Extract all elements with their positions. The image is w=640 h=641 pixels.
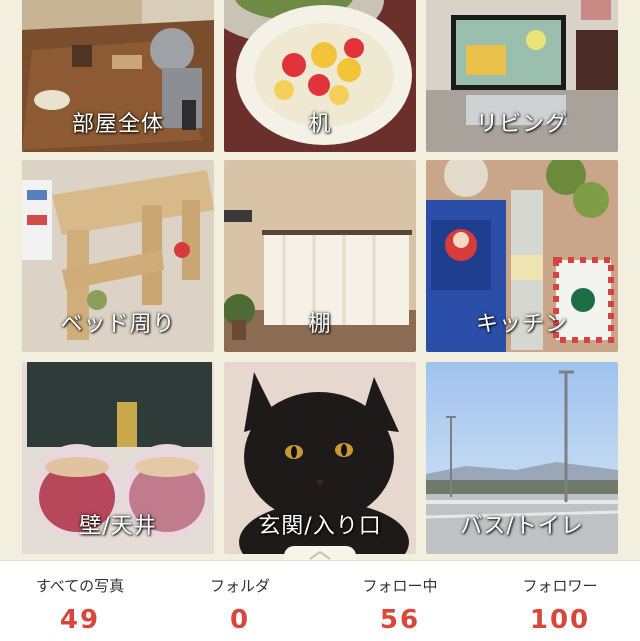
stat-value: 56 <box>379 605 421 635</box>
room-label: 部屋全体 <box>71 112 164 137</box>
stat-followers[interactable]: フォロワー 100 <box>480 561 640 641</box>
room-label: リビング <box>475 112 568 137</box>
room-label: 壁/天井 <box>79 514 157 539</box>
stat-all-photos[interactable]: すべての写真 49 <box>0 561 160 641</box>
stat-label: すべての写真 <box>35 577 125 595</box>
room-tile-entrance[interactable]: 玄関/入り口 <box>224 362 416 554</box>
room-tile-kitchen[interactable]: キッチン <box>426 160 618 352</box>
stat-label: フォロワー <box>522 577 598 595</box>
room-tile-bath-toilet[interactable]: バス/トイレ <box>426 362 618 554</box>
room-tile-shelf[interactable]: 棚 <box>224 160 416 352</box>
room-tile-living-all[interactable]: 部屋全体 <box>22 0 214 152</box>
room-label: バス/トイレ <box>460 514 584 539</box>
room-tile-wall-ceiling[interactable]: 壁/天井 <box>22 362 214 554</box>
room-label: 棚 <box>308 312 332 337</box>
room-label: キッチン <box>475 312 568 337</box>
stat-label: フォロー中 <box>362 577 438 595</box>
stat-value: 0 <box>229 605 251 635</box>
stat-label: フォルダ <box>209 577 270 595</box>
stat-value: 49 <box>59 605 101 635</box>
room-tile-desk[interactable]: 机 <box>224 0 416 152</box>
stat-folders[interactable]: フォルダ 0 <box>160 561 320 641</box>
stat-following[interactable]: フォロー中 56 <box>320 561 480 641</box>
photo-grid: 部屋全体 机 リビング ベッド周り 棚 キッチン 壁/天井 玄関/入り口 バス/… <box>0 0 640 556</box>
room-tile-bedside[interactable]: ベッド周り <box>22 160 214 352</box>
room-label: 机 <box>308 112 332 137</box>
room-label: ベッド周り <box>60 312 176 337</box>
room-label: 玄関/入り口 <box>258 514 382 539</box>
room-tile-living[interactable]: リビング <box>426 0 618 152</box>
stat-value: 100 <box>529 605 591 635</box>
profile-stats-bar: すべての写真 49 フォルダ 0 フォロー中 56 フォロワー 100 <box>0 560 640 641</box>
